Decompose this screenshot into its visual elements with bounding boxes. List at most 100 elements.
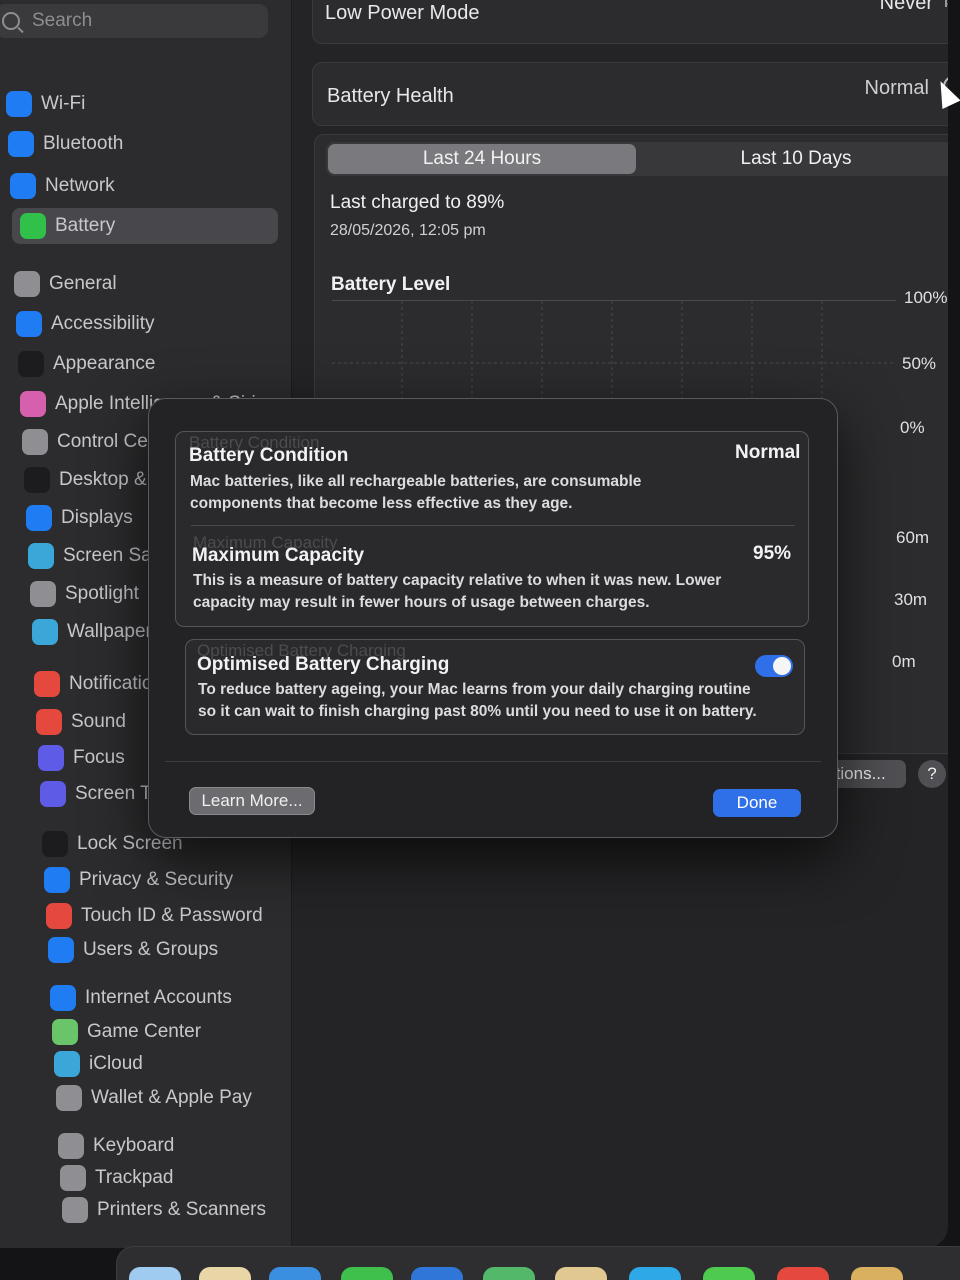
sidebar-item-label: iCloud: [89, 1053, 143, 1074]
siri-icon: [20, 391, 46, 417]
sidebar-item-label: Displays: [61, 507, 133, 528]
condition-value: Normal: [735, 442, 801, 463]
sidebar-item-displays[interactable]: Displays: [26, 500, 133, 536]
sidebar-item-label: Internet Accounts: [85, 987, 232, 1008]
history-tabs: Last 24 Hours Last 10 Days: [326, 142, 948, 176]
sidebar-item-trackpad[interactable]: Trackpad: [60, 1160, 174, 1196]
sidebar-item-label: Network: [45, 175, 115, 196]
tick-0: 0%: [900, 418, 925, 437]
last-charged-date: 28/05/2026, 12:05 pm: [330, 222, 486, 239]
sidebar-item-printers-scanners[interactable]: Printers & Scanners: [62, 1192, 266, 1228]
battery-level-title: Battery Level: [331, 274, 451, 295]
sidebar-item-game-center[interactable]: Game Center: [52, 1014, 201, 1050]
sidebar-item-label: Printers & Scanners: [97, 1199, 266, 1220]
sidebar-item-icloud[interactable]: iCloud: [54, 1046, 143, 1082]
battery-health-sheet: Battery Condition Battery Condition Norm…: [148, 398, 838, 838]
done-button[interactable]: Done: [713, 789, 801, 817]
sidebar-item-spotlight[interactable]: Spotlight: [30, 576, 139, 612]
dock-app-photos-icon[interactable]: [555, 1267, 607, 1280]
stepper-icon[interactable]: ⇅: [942, 0, 948, 12]
dock-app-facetime-icon[interactable]: [629, 1267, 681, 1280]
capacity-value: 95%: [753, 543, 792, 564]
dock-app-calendar-icon[interactable]: [777, 1267, 829, 1280]
spotlight-icon: [30, 581, 56, 607]
sidebar-item-sound[interactable]: Sound: [36, 704, 126, 740]
sidebar-item-label: Keyboard: [93, 1135, 175, 1156]
sidebar-item-label: Trackpad: [95, 1167, 174, 1188]
screen-saver-icon: [28, 543, 54, 569]
tick-100: 100%: [904, 288, 948, 307]
battery-health-label: Battery Health: [327, 85, 454, 107]
users-icon: [48, 937, 74, 963]
sidebar-item-label: Spotlight: [65, 583, 139, 604]
fingerprint-icon: [46, 903, 72, 929]
tab-last-10-days[interactable]: Last 10 Days: [646, 142, 946, 176]
sidebar-item-label: Focus: [73, 747, 125, 768]
globe-icon: [10, 173, 36, 199]
sidebar-item-accessibility[interactable]: Accessibility: [16, 306, 154, 342]
appearance-icon: [18, 351, 44, 377]
dock-app-maps-icon[interactable]: [483, 1267, 535, 1280]
sound-icon: [36, 709, 62, 735]
low-power-label: Low Power Mode: [325, 2, 480, 24]
sidebar-item-battery[interactable]: Battery: [12, 208, 278, 244]
sidebar-item-wallet-apple-pay[interactable]: Wallet & Apple Pay: [56, 1080, 252, 1116]
sidebar-item-label: Bluetooth: [43, 133, 124, 154]
trackpad-icon: [60, 1165, 86, 1191]
desktop-dock-icon: [24, 467, 50, 493]
dock-app-finder-icon[interactable]: [129, 1267, 181, 1280]
dock-app-launchpad-icon[interactable]: [199, 1267, 251, 1280]
lock-icon: [42, 831, 68, 857]
sidebar-item-keyboard[interactable]: Keyboard: [58, 1128, 174, 1164]
dock-app-phone-icon[interactable]: [703, 1267, 755, 1280]
search-placeholder: Search: [32, 10, 93, 31]
low-power-row: Low Power Mode Never ⇅: [312, 0, 948, 44]
condition-description: Mac batteries, like all rechargeable bat…: [190, 473, 642, 512]
search-field[interactable]: Search: [0, 4, 268, 38]
condition-title: Battery Condition: [189, 445, 349, 466]
at-icon: [50, 985, 76, 1011]
capacity-description: This is a measure of battery capacity re…: [193, 572, 722, 611]
sidebar-item-label: Appearance: [53, 353, 156, 374]
wallpaper-icon: [32, 619, 58, 645]
sidebar-item-general[interactable]: General: [14, 266, 117, 302]
sidebar-item-touch-id-password[interactable]: Touch ID & Password: [46, 898, 263, 934]
search-icon: [2, 12, 20, 30]
sidebar-item-label: Game Center: [87, 1021, 202, 1042]
dock-app-notes-icon[interactable]: [851, 1267, 903, 1280]
sidebar-item-appearance[interactable]: Appearance: [18, 346, 155, 382]
sidebar-item-internet-accounts[interactable]: Internet Accounts: [50, 980, 232, 1016]
divider: [191, 525, 795, 526]
dock: [116, 1246, 960, 1280]
printer-icon: [62, 1197, 88, 1223]
sidebar-item-label: Privacy & Security: [79, 869, 234, 890]
sidebar-item-privacy-security[interactable]: Privacy & Security: [44, 862, 233, 898]
dock-app-messages-icon[interactable]: [341, 1267, 393, 1280]
sidebar-item-wi-fi[interactable]: Wi-Fi: [6, 86, 85, 122]
tab-last-24-hours[interactable]: Last 24 Hours: [328, 144, 636, 174]
wifi-icon: [6, 91, 32, 117]
dock-app-safari-icon[interactable]: [269, 1267, 321, 1280]
sidebar-item-users-groups[interactable]: Users & Groups: [48, 932, 218, 968]
low-power-value[interactable]: Never: [880, 0, 933, 15]
help-button[interactable]: ?: [918, 760, 946, 788]
learn-more-button[interactable]: Learn More...: [189, 787, 315, 815]
dock-app-mail-icon[interactable]: [411, 1267, 463, 1280]
tick-30m: 30m: [894, 590, 928, 609]
capacity-title: Maximum Capacity: [192, 545, 365, 566]
sidebar-item-wallpaper[interactable]: Wallpaper: [32, 614, 152, 650]
optimised-charging-toggle[interactable]: [755, 655, 793, 677]
sidebar-item-label: Battery: [55, 215, 116, 236]
footer-divider: [165, 761, 821, 762]
sidebar-item-bluetooth[interactable]: Bluetooth: [8, 126, 123, 162]
sidebar-item-focus[interactable]: Focus: [38, 740, 125, 776]
sidebar-item-label: Wallet & Apple Pay: [91, 1087, 252, 1108]
tick-60m: 60m: [896, 528, 930, 547]
icloud-icon: [54, 1051, 80, 1077]
displays-icon: [26, 505, 52, 531]
battery-level-chart: [332, 300, 896, 411]
game-center-icon: [52, 1019, 78, 1045]
gear-icon: [14, 271, 40, 297]
sidebar-item-network[interactable]: Network: [10, 168, 115, 204]
sidebar-item-label: Users & Groups: [83, 939, 219, 960]
